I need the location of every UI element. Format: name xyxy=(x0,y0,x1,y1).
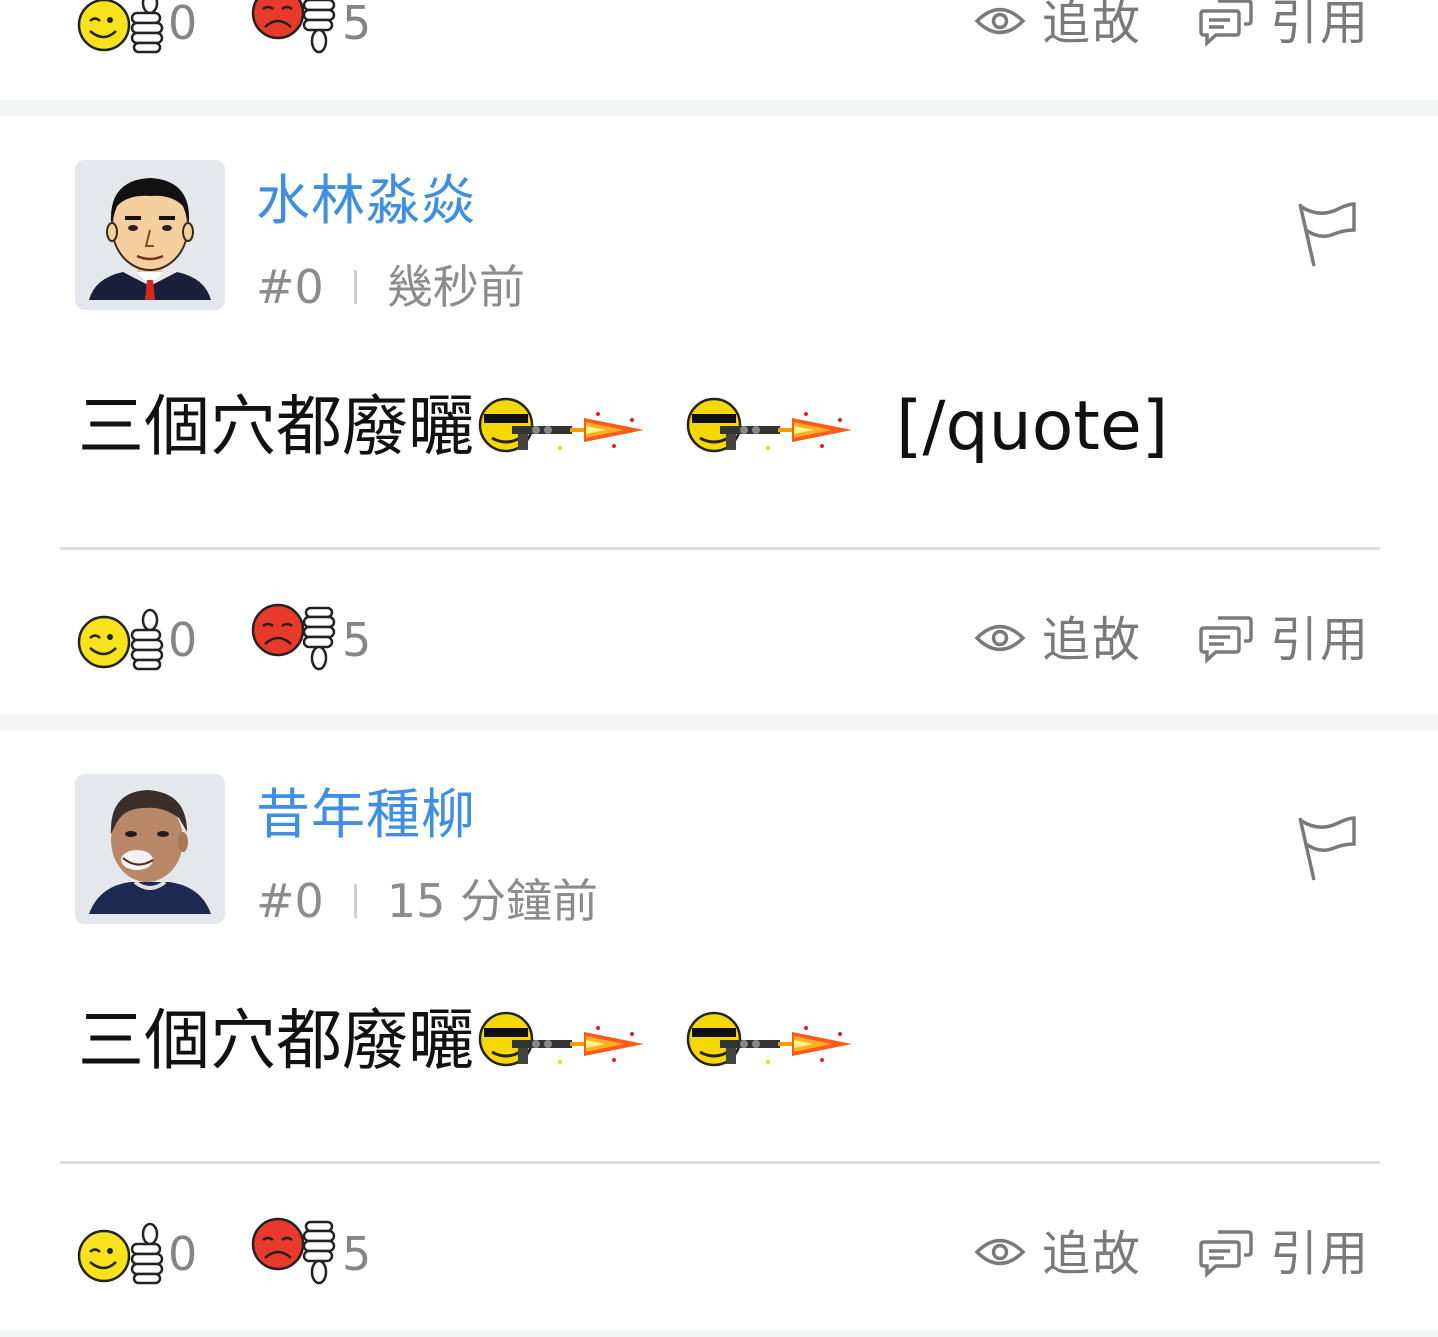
follow-button[interactable]: 追故 xyxy=(974,0,1142,73)
like-count: 0 xyxy=(168,0,198,50)
action-bar: 0 5 追故 引用 xyxy=(0,590,1438,690)
post-content: 三個穴都廢曬 xyxy=(78,1004,862,1078)
dislike-button[interactable]: 5 xyxy=(248,590,371,690)
thumbs-down-sad-icon xyxy=(248,0,338,63)
like-count: 0 xyxy=(168,613,198,667)
follow-label: 追故 xyxy=(1042,612,1143,668)
dislike-count: 5 xyxy=(342,1227,372,1281)
dislike-button[interactable]: 5 xyxy=(248,0,371,73)
action-bar: 0 5 追故 引用 xyxy=(0,0,1438,73)
dislike-count: 5 xyxy=(342,613,372,667)
previous-post-card: 0 5 追故 引用 xyxy=(0,0,1438,100)
post-card: 水林淼焱 #0 幾秒前 三個穴都廢曬 [/quote] 0 5 追故 引用 xyxy=(0,116,1438,714)
flag-icon xyxy=(1296,202,1360,274)
post-content: 三個穴都廢曬 xyxy=(78,390,1168,464)
follow-button[interactable]: 追故 xyxy=(974,1204,1142,1304)
thumbs-down-sad-icon xyxy=(248,1214,338,1294)
report-button[interactable] xyxy=(1296,814,1360,888)
speech-bubble-icon xyxy=(1198,612,1254,668)
quote-label: 引用 xyxy=(1270,0,1371,51)
dislike-count: 5 xyxy=(342,0,372,50)
action-bar: 0 5 追故 引用 xyxy=(0,1204,1438,1304)
post-text: 三個穴都廢曬 xyxy=(78,388,474,465)
quote-button[interactable]: 引用 xyxy=(1198,0,1370,73)
speech-bubble-icon xyxy=(1198,1226,1254,1282)
quote-close-tag: [/quote] xyxy=(896,387,1169,466)
like-count: 0 xyxy=(168,1227,198,1281)
speech-bubble-icon xyxy=(1198,0,1254,51)
divider xyxy=(60,547,1380,550)
dislike-button[interactable]: 5 xyxy=(248,1204,371,1304)
post-card: 昔年種柳 #0 15 分鐘前 三個穴都廢曬 0 5 追故 引用 xyxy=(0,730,1438,1330)
username[interactable]: 水林淼焱 xyxy=(256,174,476,228)
thumbs-up-smiley-icon xyxy=(76,1222,164,1286)
follow-label: 追故 xyxy=(1042,1226,1143,1282)
post-time: 幾秒前 xyxy=(386,260,525,314)
flag-icon xyxy=(1296,816,1360,888)
avatar[interactable] xyxy=(75,160,225,310)
thumbs-up-smiley-icon xyxy=(76,0,164,55)
gun-smiley-icon xyxy=(474,1004,654,1078)
eye-icon xyxy=(974,621,1026,659)
follow-label: 追故 xyxy=(1042,0,1143,51)
gun-smiley-icon xyxy=(682,1004,862,1078)
quote-button[interactable]: 引用 xyxy=(1198,1204,1370,1304)
divider xyxy=(60,1161,1380,1164)
quote-button[interactable]: 引用 xyxy=(1198,590,1370,690)
like-button[interactable]: 0 xyxy=(76,590,197,690)
username[interactable]: 昔年種柳 xyxy=(256,788,476,842)
gun-smiley-icon xyxy=(682,390,862,464)
meta-separator xyxy=(353,884,357,918)
thread-page: 0 5 追故 引用 水林淼焱 #0 幾秒前 三個穴都廢曬 [/quote] 0 … xyxy=(0,0,1438,1337)
avatar[interactable] xyxy=(75,774,225,924)
thumbs-down-sad-icon xyxy=(248,600,338,680)
like-button[interactable]: 0 xyxy=(76,0,197,73)
thumbs-up-smiley-icon xyxy=(76,608,164,672)
meta-separator xyxy=(353,270,357,304)
post-floor: #0 xyxy=(256,260,324,314)
post-meta: #0 幾秒前 xyxy=(256,264,525,310)
post-time: 15 分鐘前 xyxy=(386,874,598,928)
quote-label: 引用 xyxy=(1270,612,1371,668)
post-text: 三個穴都廢曬 xyxy=(78,1002,474,1079)
report-button[interactable] xyxy=(1296,200,1360,274)
post-meta: #0 15 分鐘前 xyxy=(256,878,598,924)
post-floor: #0 xyxy=(256,874,324,928)
gun-smiley-icon xyxy=(474,390,654,464)
like-button[interactable]: 0 xyxy=(76,1204,197,1304)
eye-icon xyxy=(974,4,1026,42)
eye-icon xyxy=(974,1235,1026,1273)
follow-button[interactable]: 追故 xyxy=(974,590,1142,690)
quote-label: 引用 xyxy=(1270,1226,1371,1282)
